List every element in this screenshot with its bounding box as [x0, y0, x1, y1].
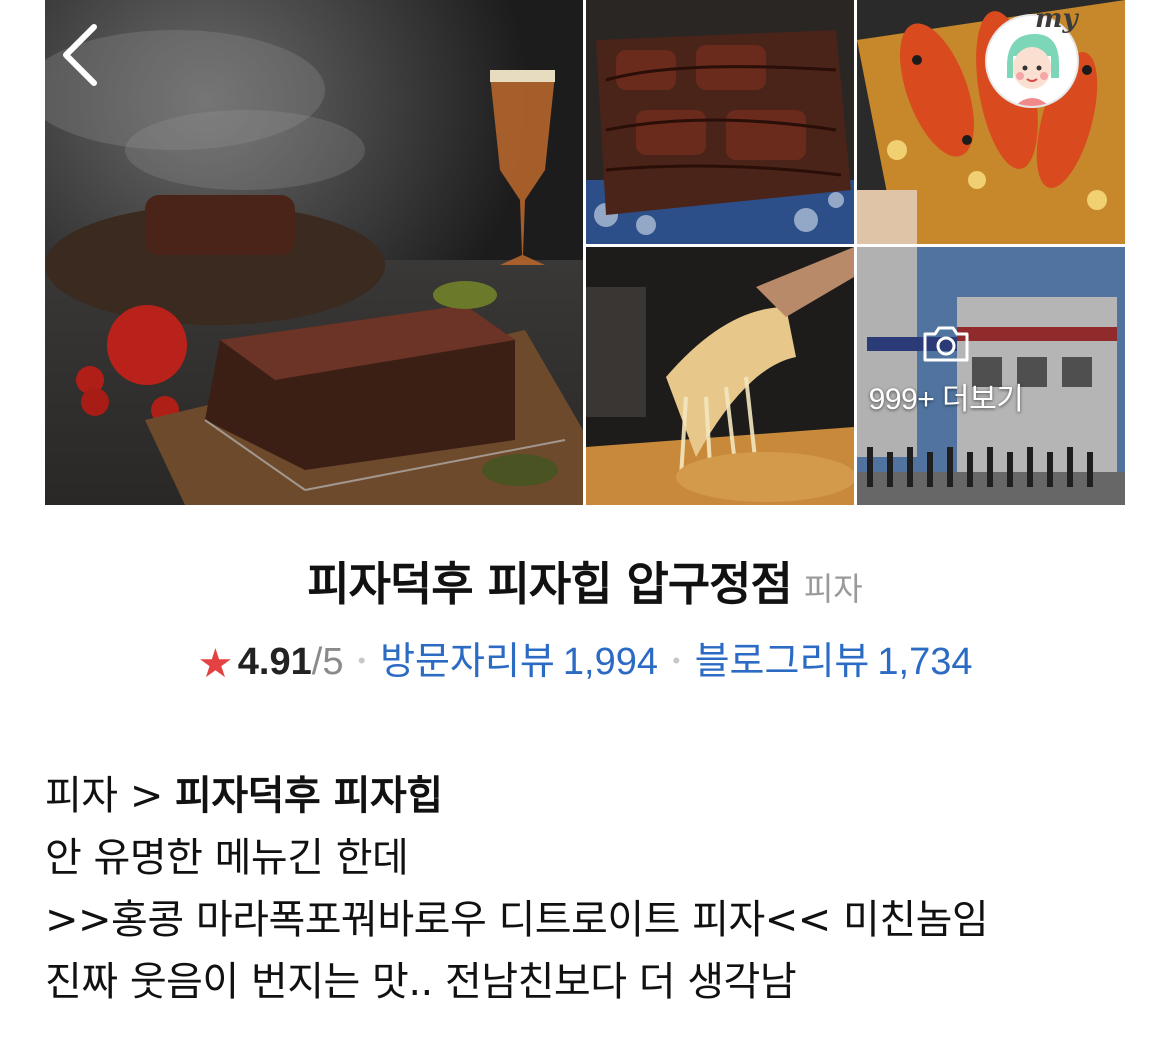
blog-reviews-count[interactable]: 1,734 [877, 641, 972, 683]
chevron-left-icon [60, 23, 100, 91]
visitor-reviews-link[interactable]: 방문자리뷰 [380, 641, 555, 683]
separator-dot: • [357, 648, 366, 673]
more-photos-button[interactable]: 999+ 더보기 [812, 247, 1080, 505]
caption-category-prefix: 피자 > [45, 773, 176, 819]
visitor-reviews-count[interactable]: 1,994 [563, 641, 658, 683]
more-photos-label: 999+ 더보기 [868, 383, 1024, 416]
rating-row: ★ 4.91/5 • 방문자리뷰 1,994 • 블로그리뷰 1,734 [0, 630, 1170, 687]
caption-brand: 피자덕후 피자힙 [175, 773, 443, 819]
rating-score: 4.91 [237, 641, 312, 683]
caption-line-2: 안 유명한 메뉴긴 한데 [45, 835, 409, 881]
camera-icon [921, 324, 971, 368]
place-name: 피자덕후 피자힙 압구정점 [307, 557, 793, 611]
rating-max: /5 [311, 641, 344, 683]
bbq-pizza-photo[interactable] [586, 0, 854, 244]
caption-line-3: >>홍콩 마라폭포꿔바로우 디트로이트 피자<< 미친놈임 [45, 897, 989, 943]
back-button[interactable] [45, 22, 115, 92]
caption-line-1: 피자 > 피자덕후 피자힙 [45, 765, 1145, 827]
blog-reviews-link[interactable]: 블로그리뷰 [695, 641, 870, 683]
separator-dot: • [672, 648, 681, 673]
my-label: my [1035, 4, 1078, 34]
caption-line-4: 진짜 웃음이 번지는 맛.. 전남친보다 더 생각남 [45, 959, 797, 1005]
my-page-button[interactable]: my [985, 4, 1085, 108]
place-category: 피자 [803, 570, 863, 608]
place-title-row: 피자덕후 피자힙 압구정점 피자 [0, 548, 1170, 614]
star-icon: ★ [197, 642, 234, 686]
post-caption: 피자 > 피자덕후 피자힙 안 유명한 메뉴긴 한데 >>홍콩 마라폭포꿔바로우… [45, 765, 1145, 1013]
main-photo[interactable] [45, 0, 583, 505]
